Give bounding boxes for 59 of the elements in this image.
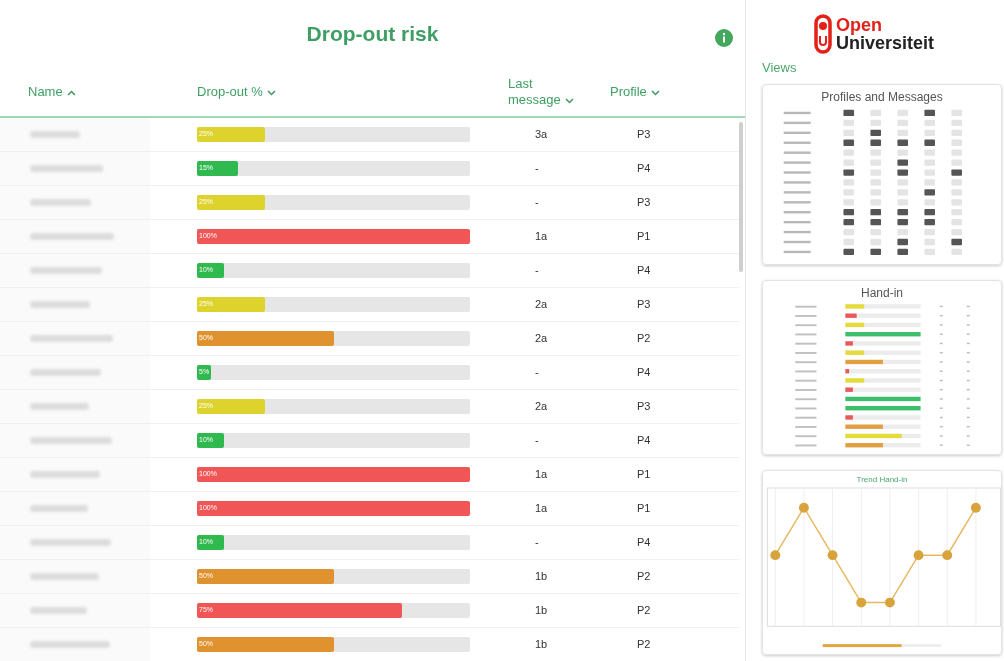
blurred-name <box>30 573 99 580</box>
blurred-name <box>30 267 102 274</box>
profile-cell-text: P4 <box>637 535 652 551</box>
blurred-name <box>30 131 80 138</box>
view-title: Hand-in <box>861 284 903 302</box>
view-card[interactable]: Hand-in <box>762 279 1002 455</box>
last-message-cell-text: 3a <box>535 127 549 143</box>
profile-cell-text: P2 <box>637 331 652 347</box>
profile-cell-text: P2 <box>637 637 652 653</box>
scrollbar[interactable] <box>739 122 743 272</box>
profile-cell-text: P3 <box>637 399 652 415</box>
logo-text: Universiteit <box>836 34 935 52</box>
last-message-cell-text: 2a <box>535 399 549 415</box>
logo-icon <box>814 14 832 54</box>
last-message-cell-text: 1a <box>535 501 549 517</box>
last-message-cell-text: 1a <box>535 467 549 483</box>
profile-cell-text: P3 <box>637 127 652 143</box>
view-title: Profiles and Messages <box>821 88 943 106</box>
last-message-cell-text: 2a <box>535 297 549 313</box>
profile-cell-text: P4 <box>637 263 652 279</box>
profile-cell-text: P4 <box>637 365 652 381</box>
view-title: Trend Hand-in <box>856 473 908 486</box>
blurred-name <box>30 403 89 410</box>
last-message-cell-text: 2a <box>535 331 549 347</box>
profile-cell-text: P4 <box>637 161 652 177</box>
last-message-cell-text: - <box>535 365 540 381</box>
column-header[interactable]: Name <box>0 82 170 102</box>
last-message-cell-text: 1b <box>535 603 549 619</box>
last-message-cell-text: - <box>535 161 540 177</box>
blurred-name <box>30 199 91 206</box>
blurred-name <box>30 369 101 376</box>
profile-cell-text: P3 <box>637 195 652 211</box>
last-message-cell-text: 1b <box>535 569 549 585</box>
profile-cell-text: P1 <box>637 467 652 483</box>
page-title: Drop-out risk <box>306 21 439 48</box>
last-message-cell-text: 1a <box>535 229 549 245</box>
column-header[interactable]: Drop-out % <box>170 82 508 102</box>
profile-cell-text: P4 <box>637 433 652 449</box>
last-message-cell-text: - <box>535 535 540 551</box>
blurred-name <box>30 471 100 478</box>
blurred-name <box>30 505 88 512</box>
column-header[interactable]: Last message <box>508 75 610 109</box>
blurred-name <box>30 607 87 614</box>
views-heading: Views <box>762 59 798 77</box>
column-header[interactable]: Profile <box>610 82 720 102</box>
last-message-cell-text: 1b <box>535 637 549 653</box>
view-card[interactable]: Trend Hand-in <box>762 469 1002 655</box>
blurred-name <box>30 301 90 308</box>
profile-cell-text: P1 <box>637 501 652 517</box>
last-message-cell-text: - <box>535 195 540 211</box>
profile-cell-text: P2 <box>637 569 652 585</box>
profile-cell-text: P2 <box>637 603 652 619</box>
last-message-cell-text: - <box>535 263 540 279</box>
last-message-cell-text: - <box>535 433 540 449</box>
info-icon[interactable] <box>715 29 733 47</box>
profile-cell-text: P1 <box>637 229 652 245</box>
profile-cell-text: P3 <box>637 297 652 313</box>
view-card[interactable]: Profiles and Messages <box>762 83 1002 265</box>
logo-text: Open <box>836 16 882 34</box>
